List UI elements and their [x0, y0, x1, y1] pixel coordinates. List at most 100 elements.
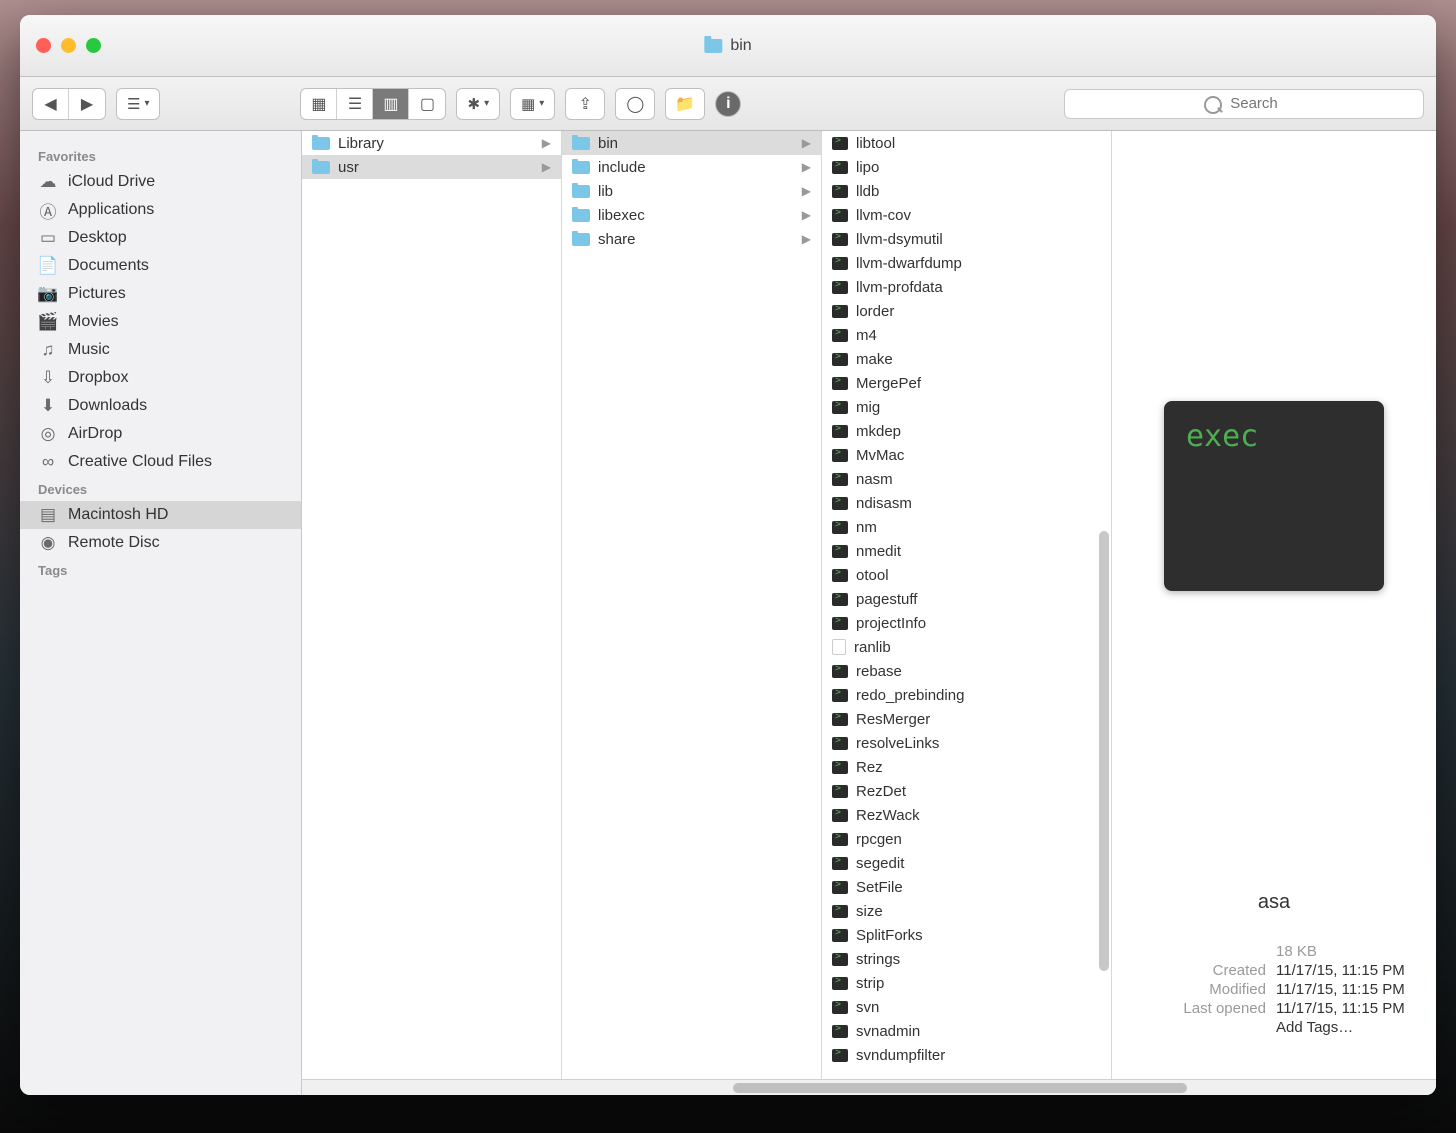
column-item[interactable]: lldb: [822, 179, 1111, 203]
chevron-right-icon: ▶: [802, 136, 811, 150]
column-item[interactable]: llvm-dwarfdump: [822, 251, 1111, 275]
info-button[interactable]: i: [715, 91, 741, 117]
column-item[interactable]: m4: [822, 323, 1111, 347]
sidebar-item-applications[interactable]: ⒶApplications: [20, 196, 301, 224]
disc-icon: ◉: [38, 534, 58, 552]
exec-icon: [832, 1025, 848, 1038]
sidebar-item-macintosh-hd[interactable]: ▤Macintosh HD: [20, 501, 301, 529]
column-item[interactable]: SplitForks: [822, 923, 1111, 947]
column-item[interactable]: lib▶: [562, 179, 821, 203]
hd-icon: ▤: [38, 506, 58, 524]
column-item[interactable]: llvm-dsymutil: [822, 227, 1111, 251]
minimize-button[interactable]: [61, 38, 76, 53]
exec-icon: [832, 1049, 848, 1062]
sidebar-item-airdrop[interactable]: ◎AirDrop: [20, 420, 301, 448]
column-item[interactable]: bin▶: [562, 131, 821, 155]
sidebar-item-documents[interactable]: 📄Documents: [20, 252, 301, 280]
column-item[interactable]: MergePef: [822, 371, 1111, 395]
column-item[interactable]: nm: [822, 515, 1111, 539]
column-item[interactable]: strip: [822, 971, 1111, 995]
sidebar-item-movies[interactable]: 🎬Movies: [20, 308, 301, 336]
back-button[interactable]: ◀: [33, 89, 69, 119]
list-view-button[interactable]: ☰: [337, 89, 373, 119]
close-button[interactable]: [36, 38, 51, 53]
column-item[interactable]: include▶: [562, 155, 821, 179]
sidebar-item-label: Documents: [68, 257, 149, 275]
column-item[interactable]: lorder: [822, 299, 1111, 323]
column-item[interactable]: share▶: [562, 227, 821, 251]
sidebar-item-label: Music: [68, 341, 110, 359]
sidebar-item-downloads[interactable]: ⬇Downloads: [20, 392, 301, 420]
column-item[interactable]: lipo: [822, 155, 1111, 179]
column-item[interactable]: strings: [822, 947, 1111, 971]
column-item[interactable]: rebase: [822, 659, 1111, 683]
new-folder-button[interactable]: 📁: [665, 88, 705, 120]
column-item[interactable]: nmedit: [822, 539, 1111, 563]
column-item[interactable]: ranlib: [822, 635, 1111, 659]
item-name: lib: [598, 183, 613, 200]
share-button[interactable]: ⇪: [565, 88, 605, 120]
sidebar-item-icloud-drive[interactable]: ☁iCloud Drive: [20, 168, 301, 196]
column-item[interactable]: libtool: [822, 131, 1111, 155]
exec-icon: [832, 713, 848, 726]
sidebar-item-music[interactable]: ♫Music: [20, 336, 301, 364]
column-2: libtoollipolldbllvm-covllvm-dsymutilllvm…: [822, 131, 1112, 1095]
column-item[interactable]: mkdep: [822, 419, 1111, 443]
path-dropdown[interactable]: ☰ ▾: [116, 88, 160, 120]
item-name: svnadmin: [856, 1023, 920, 1040]
column-item[interactable]: ResMerger: [822, 707, 1111, 731]
column-item[interactable]: pagestuff: [822, 587, 1111, 611]
column-item[interactable]: segedit: [822, 851, 1111, 875]
column-item[interactable]: RezDet: [822, 779, 1111, 803]
column-item[interactable]: rpcgen: [822, 827, 1111, 851]
column-item[interactable]: projectInfo: [822, 611, 1111, 635]
column-item[interactable]: Rez: [822, 755, 1111, 779]
column-item[interactable]: resolveLinks: [822, 731, 1111, 755]
cloud-icon: ☁: [38, 173, 58, 191]
column-item[interactable]: Library▶: [302, 131, 561, 155]
column-item[interactable]: otool: [822, 563, 1111, 587]
action-menu[interactable]: ✱ ▾: [456, 88, 500, 120]
column-item[interactable]: SetFile: [822, 875, 1111, 899]
sidebar-item-creative-cloud-files[interactable]: ∞Creative Cloud Files: [20, 448, 301, 476]
column-item[interactable]: size: [822, 899, 1111, 923]
column-item[interactable]: svn: [822, 995, 1111, 1019]
horizontal-scrollbar[interactable]: [302, 1079, 1436, 1095]
column-view-button[interactable]: ▥: [373, 89, 409, 119]
tags-button[interactable]: ◯: [615, 88, 655, 120]
column-item[interactable]: libexec▶: [562, 203, 821, 227]
sidebar-item-dropbox[interactable]: ⇩Dropbox: [20, 364, 301, 392]
column-item[interactable]: redo_prebinding: [822, 683, 1111, 707]
sidebar-item-remote-disc[interactable]: ◉Remote Disc: [20, 529, 301, 557]
scrollbar-thumb[interactable]: [733, 1083, 1187, 1093]
forward-button[interactable]: ▶: [69, 89, 105, 119]
item-name: strings: [856, 951, 900, 968]
column-item[interactable]: usr▶: [302, 155, 561, 179]
column-item[interactable]: make: [822, 347, 1111, 371]
icon-view-button[interactable]: ▦: [301, 89, 337, 119]
item-name: nasm: [856, 471, 893, 488]
item-name: resolveLinks: [856, 735, 939, 752]
column-item[interactable]: RezWack: [822, 803, 1111, 827]
view-mode-buttons: ▦ ☰ ▥ ▢: [300, 88, 446, 120]
sidebar-item-desktop[interactable]: ▭Desktop: [20, 224, 301, 252]
add-tags-link[interactable]: Add Tags…: [1276, 1019, 1416, 1036]
item-name: mkdep: [856, 423, 901, 440]
column-item[interactable]: svnadmin: [822, 1019, 1111, 1043]
column-item[interactable]: ndisasm: [822, 491, 1111, 515]
column-0: Library▶usr▶||: [302, 131, 562, 1095]
gallery-view-button[interactable]: ▢: [409, 89, 445, 119]
search-input[interactable]: [1064, 89, 1424, 119]
folder-icon: [312, 137, 330, 150]
column-item[interactable]: MvMac: [822, 443, 1111, 467]
column-item[interactable]: mig: [822, 395, 1111, 419]
column-item[interactable]: svndumpfilter: [822, 1043, 1111, 1067]
column-item[interactable]: llvm-cov: [822, 203, 1111, 227]
sidebar-item-pictures[interactable]: 📷Pictures: [20, 280, 301, 308]
arrange-menu[interactable]: ▦ ▾: [510, 88, 555, 120]
column-item[interactable]: llvm-profdata: [822, 275, 1111, 299]
column-item[interactable]: nasm: [822, 467, 1111, 491]
vertical-scrollbar[interactable]: [1099, 531, 1109, 971]
sidebar-header: Tags: [20, 557, 301, 582]
maximize-button[interactable]: [86, 38, 101, 53]
